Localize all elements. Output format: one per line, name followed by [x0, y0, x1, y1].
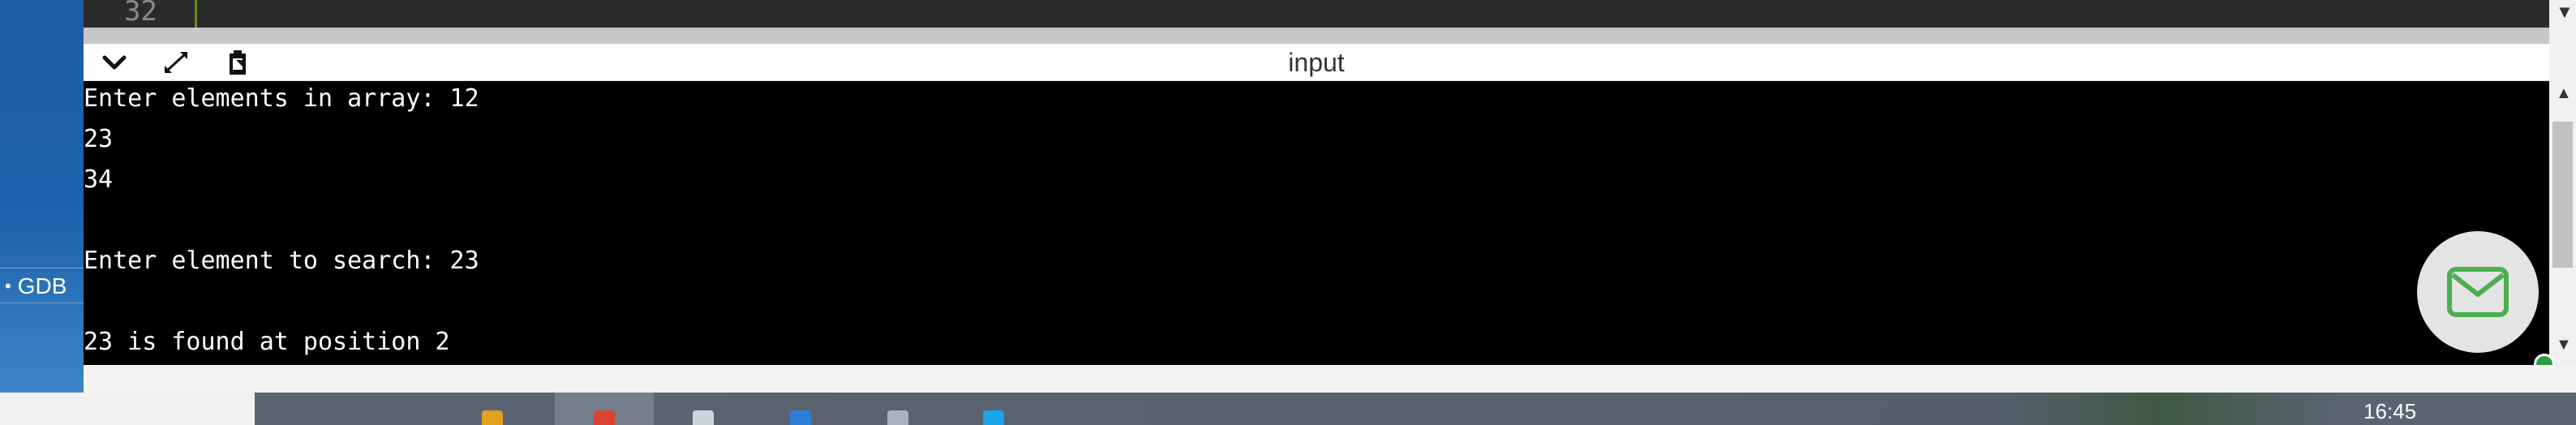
scroll-down-arrow-icon[interactable]: ▼ — [2556, 2, 2574, 23]
os-taskbar: 16:45 — [255, 393, 2576, 425]
line-number: 32 — [124, 0, 157, 28]
panel-footer — [84, 365, 2576, 393]
terminal-line: 34 — [84, 165, 114, 194]
scroll-down-arrow-icon[interactable]: ▼ — [2556, 336, 2572, 354]
collapse-panel-button[interactable] — [98, 49, 131, 76]
mail-icon — [2447, 267, 2509, 317]
clipboard-copy-icon — [230, 50, 246, 75]
terminal-line: Enter elements in array: 12 — [84, 84, 479, 113]
contact-mail-button[interactable] — [2417, 231, 2539, 353]
sidebar-item-bullet: • — [5, 276, 11, 296]
editor-vertical-scrollbar[interactable]: ▼ — [2549, 0, 2576, 44]
sidebar-item-label: GDB — [17, 273, 67, 298]
panel-title: input — [1288, 48, 1345, 77]
editor-gutter-marker — [195, 0, 197, 28]
left-sidebar: • GDB — [0, 0, 84, 393]
expand-panel-button[interactable] — [160, 49, 192, 76]
scrollbar-thumb[interactable] — [2552, 122, 2573, 268]
browser-icon[interactable] — [594, 410, 615, 425]
expand-arrows-icon — [165, 52, 187, 73]
terminal-line: 23 is found at position 2 — [84, 328, 450, 356]
input-panel-header: input — [84, 44, 2549, 81]
copy-output-button[interactable] — [221, 49, 254, 76]
app-icon[interactable] — [790, 410, 811, 425]
terminal-output[interactable]: Enter elements in array: 12 23 34 Enter … — [84, 81, 2549, 365]
chevron-down-icon — [102, 55, 127, 70]
scroll-up-arrow-icon[interactable]: ▲ — [2556, 84, 2572, 103]
app-icon[interactable] — [983, 410, 1004, 425]
app-icon[interactable] — [887, 410, 908, 425]
terminal-scrollbar[interactable]: ▲ ▼ — [2549, 81, 2576, 365]
code-editor[interactable]: 32 — [84, 0, 2549, 28]
terminal-line: 23 — [84, 125, 114, 153]
taskbar-clock: 16:45 — [2363, 399, 2417, 423]
sidebar-item-gdb[interactable]: • GDB — [0, 268, 84, 303]
folder-icon[interactable] — [482, 410, 503, 425]
search-icon[interactable] — [693, 410, 714, 425]
editor-horizontal-scrollbar[interactable] — [84, 28, 2549, 44]
terminal-line: Enter element to search: 23 — [84, 247, 479, 275]
